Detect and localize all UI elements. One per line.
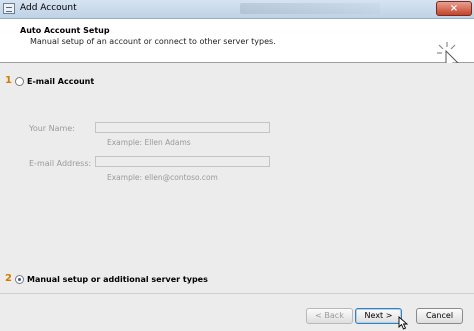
next-button[interactable]: Next > (355, 308, 402, 324)
step-2-marker: 2 (5, 273, 12, 284)
your-name-label: Your Name: (29, 124, 75, 133)
window-title: Add Account (20, 3, 77, 13)
cancel-button[interactable]: Cancel (416, 308, 463, 324)
manual-setup-radio[interactable] (15, 275, 24, 284)
your-name-input[interactable] (95, 122, 270, 133)
background-window-ghost (240, 3, 380, 14)
title-bar: Add Account × (0, 0, 474, 19)
email-account-radio[interactable] (15, 77, 24, 86)
wizard-header: Auto Account Setup Manual setup of an ac… (0, 19, 474, 72)
back-button[interactable]: < Back (306, 308, 353, 324)
email-account-label[interactable]: E-mail Account (27, 77, 94, 86)
manual-setup-label[interactable]: Manual setup or additional server types (27, 275, 208, 284)
email-address-label: E-mail Address: (29, 159, 92, 168)
wizard-content: 1 E-mail Account Your Name: Example: Ell… (0, 63, 474, 293)
header-title: Auto Account Setup (20, 26, 110, 35)
step-1-marker: 1 (5, 75, 12, 86)
app-icon (3, 3, 15, 14)
email-address-input[interactable] (95, 156, 270, 167)
mouse-pointer-icon (398, 316, 409, 330)
close-button[interactable]: × (436, 1, 472, 16)
email-address-hint: Example: ellen@contoso.com (107, 173, 218, 182)
header-subtitle: Manual setup of an account or connect to… (30, 37, 276, 46)
your-name-hint: Example: Ellen Adams (107, 138, 191, 147)
